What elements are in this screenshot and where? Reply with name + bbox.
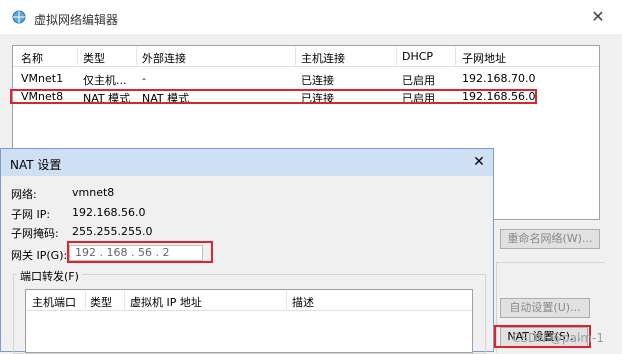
- nat-settings-dialog: NAT 设置 ✕ 网络: vmnet8 子网 IP: 192.168.56.0 …: [0, 148, 494, 354]
- subnet-ip-label: 子网 IP:: [11, 208, 51, 221]
- network-value: vmnet8: [72, 186, 115, 199]
- gateway-ip-label: 网关 IP(G):: [11, 249, 68, 262]
- port-forwarding-table: 主机端口 类型 虚拟机 IP 地址 描述: [25, 289, 473, 353]
- dialog-title-bar: NAT 设置 ✕: [1, 149, 493, 176]
- column-header[interactable]: 主机端口: [32, 294, 76, 310]
- column-header[interactable]: 名称: [21, 50, 43, 66]
- auto-settings-button[interactable]: 自动设置(U)...: [500, 298, 590, 318]
- rename-network-button[interactable]: 重命名网络(W)...: [500, 229, 600, 249]
- subnet-mask-value: 255.255.255.0: [72, 225, 153, 238]
- subnet-ip-value: 192.168.56.0: [72, 206, 146, 219]
- column-header[interactable]: 主机连接: [301, 50, 345, 66]
- column-header[interactable]: 类型: [90, 294, 112, 310]
- network-list-header: 名称 类型 外部连接 主机连接 DHCP 子网地址: [13, 46, 599, 67]
- column-header[interactable]: DHCP: [402, 50, 433, 63]
- column-header[interactable]: 外部连接: [142, 50, 186, 66]
- column-header[interactable]: 类型: [83, 50, 105, 66]
- column-header[interactable]: 子网地址: [462, 50, 506, 66]
- network-label: 网络:: [11, 188, 37, 201]
- cell-host-connection: 已连接: [301, 74, 334, 87]
- highlight-outline-gateway: [67, 241, 213, 263]
- cell-dhcp: 已启用: [402, 74, 435, 87]
- close-icon[interactable]: ✕: [586, 6, 610, 28]
- table-row-vmnet1[interactable]: VMnet1 仅主机... - 已连接 已启用 192.168.70.0: [13, 70, 599, 88]
- cell-type: 仅主机...: [83, 74, 127, 87]
- column-header[interactable]: 虚拟机 IP 地址: [130, 294, 202, 310]
- cell-subnet: 192.168.70.0: [462, 72, 536, 85]
- dialog-title: NAT 设置: [10, 158, 62, 172]
- port-forwarding-label: 端口转发(F): [17, 268, 82, 284]
- port-forwarding-header: 主机端口 类型 虚拟机 IP 地址 描述: [26, 290, 472, 311]
- cell-external: -: [142, 72, 146, 85]
- close-icon[interactable]: ✕: [465, 149, 493, 176]
- window-title: 虚拟网络编辑器: [34, 13, 119, 27]
- watermark: CSDN @palm-1: [512, 331, 604, 345]
- column-header[interactable]: 描述: [292, 294, 314, 310]
- cell-name: VMnet1: [21, 72, 64, 85]
- highlight-outline-vmnet8: [10, 89, 537, 104]
- subnet-mask-label: 子网掩码:: [11, 227, 59, 240]
- network-globe-icon: [12, 10, 26, 24]
- title-bar: 虚拟网络编辑器 ✕: [0, 0, 622, 34]
